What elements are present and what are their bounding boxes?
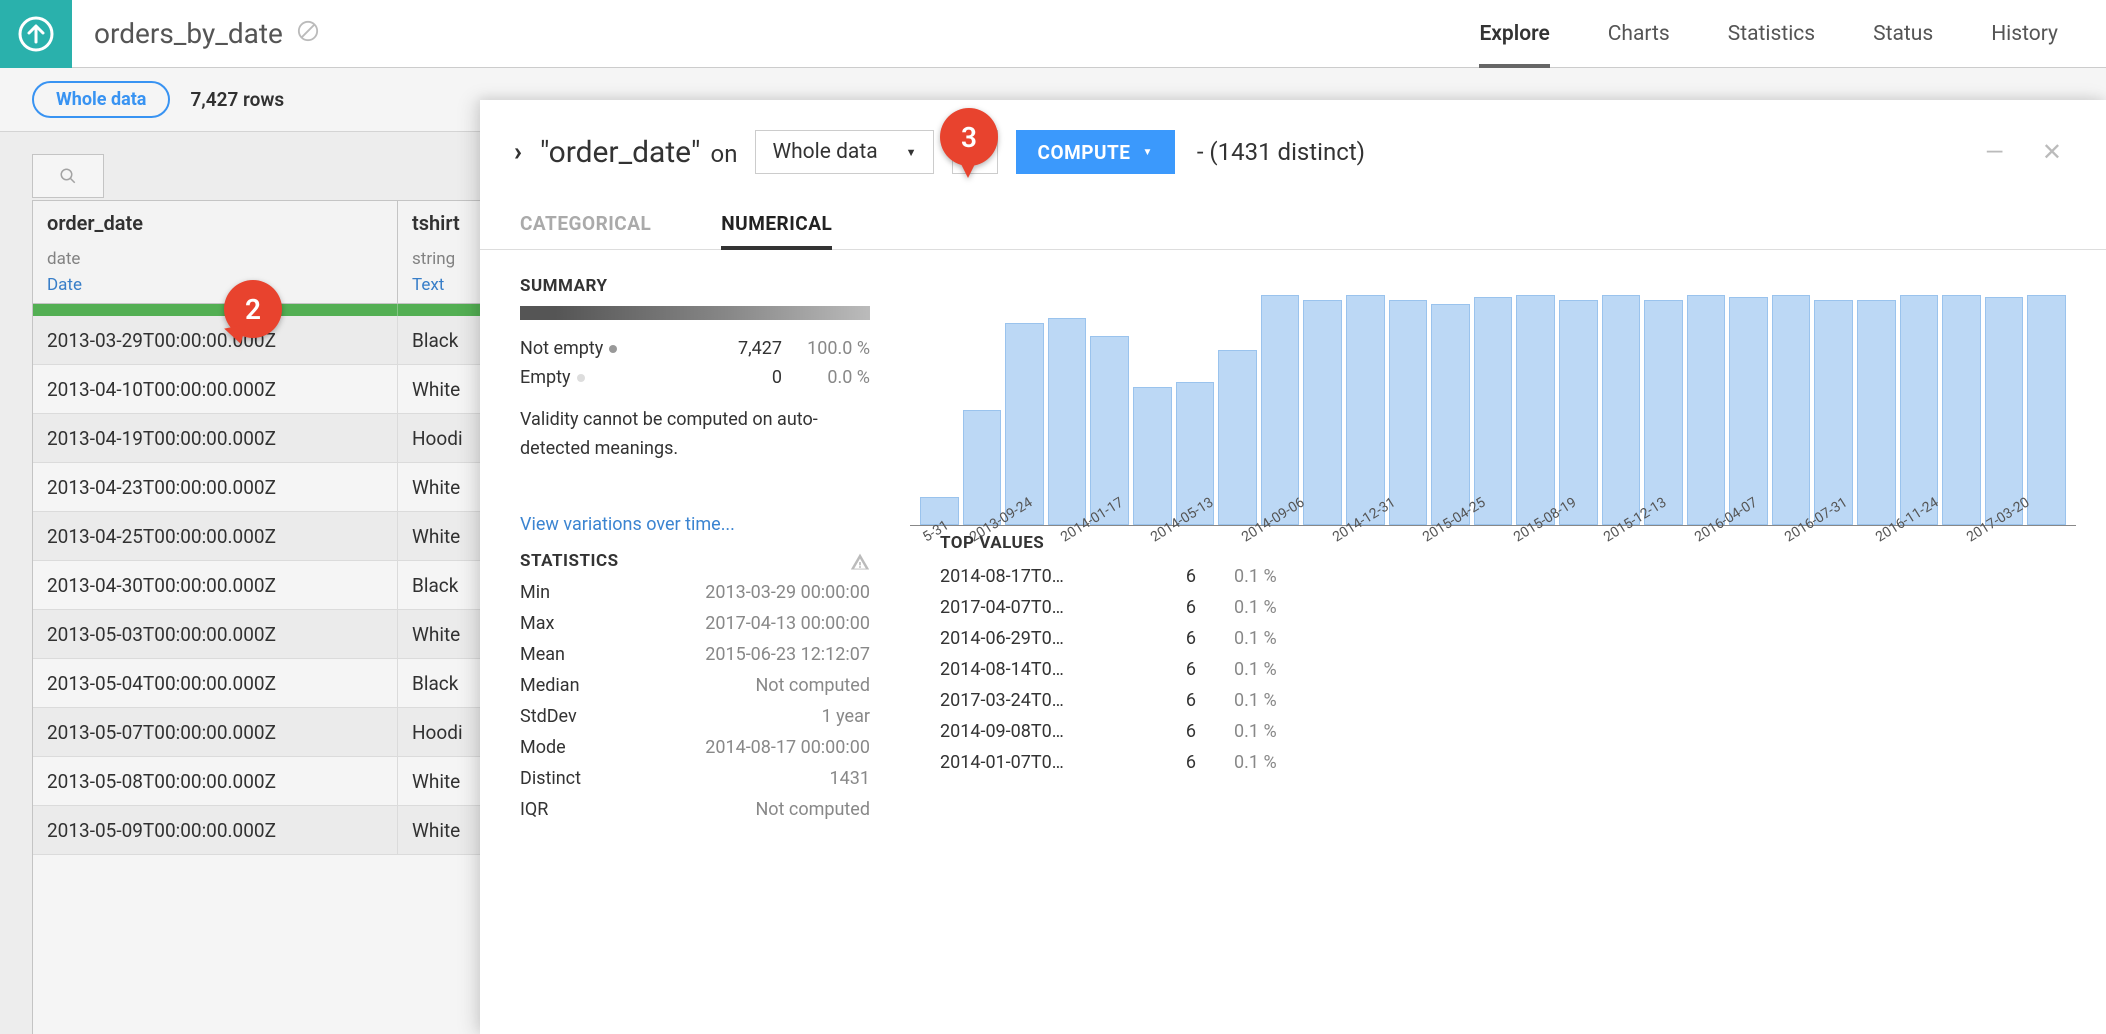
top-value-row: 2014-06-29T0…60.1 % bbox=[940, 623, 2076, 654]
column-name: order_date bbox=[47, 211, 383, 235]
column-header-order-date[interactable]: order_date date Date bbox=[33, 201, 398, 303]
histogram-bar bbox=[1729, 297, 1768, 525]
dot-icon bbox=[609, 345, 617, 353]
histogram-bar bbox=[1942, 295, 1981, 525]
top-value-row: 2017-04-07T0…60.1 % bbox=[940, 592, 2076, 623]
upload-circle-icon bbox=[16, 14, 56, 54]
tab-charts[interactable]: Charts bbox=[1608, 0, 1670, 67]
tab-status[interactable]: Status bbox=[1873, 0, 1933, 67]
tab-explore[interactable]: Explore bbox=[1479, 0, 1549, 67]
histogram-bar bbox=[1133, 387, 1172, 525]
cell-order-date: 2013-04-30T00:00:00.000Z bbox=[33, 561, 398, 609]
histogram-bar bbox=[1814, 300, 1853, 525]
histogram-bar bbox=[1602, 295, 1641, 525]
empty-label: Empty bbox=[520, 367, 571, 388]
row-count: 7,427 rows bbox=[190, 88, 284, 111]
not-empty-pct: 100.0 % bbox=[800, 338, 870, 359]
histogram-bar bbox=[1218, 350, 1257, 525]
tab-history[interactable]: History bbox=[1991, 0, 2058, 67]
dot-icon bbox=[577, 374, 585, 382]
histogram-bar bbox=[1900, 295, 1939, 525]
chevron-right-icon[interactable]: › bbox=[514, 137, 522, 167]
empty-count: 0 bbox=[726, 367, 782, 388]
cell-order-date: 2013-04-23T00:00:00.000Z bbox=[33, 463, 398, 511]
histogram-bar bbox=[1261, 295, 1300, 525]
app-logo[interactable] bbox=[0, 0, 72, 68]
annotation-badge-3: 3 bbox=[940, 108, 998, 174]
histogram-bar bbox=[1090, 336, 1129, 525]
stat-row: StdDev1 year bbox=[520, 701, 870, 732]
column-meaning[interactable]: Date bbox=[47, 275, 383, 295]
histogram-bar bbox=[963, 410, 1002, 525]
stat-row: Max2017-04-13 00:00:00 bbox=[520, 608, 870, 639]
visibility-icon bbox=[297, 20, 319, 47]
annotation-badge-2: 2 bbox=[224, 280, 282, 346]
stat-row: Min2013-03-29 00:00:00 bbox=[520, 577, 870, 608]
tab-statistics[interactable]: Statistics bbox=[1728, 0, 1815, 67]
histogram-bar bbox=[1303, 300, 1342, 525]
statistics-heading: STATISTICS bbox=[520, 551, 619, 571]
analysis-column-name: "order_date" bbox=[540, 135, 701, 170]
not-empty-label: Not empty bbox=[520, 338, 603, 359]
stat-row: IQRNot computed bbox=[520, 794, 870, 825]
tab-categorical[interactable]: CATEGORICAL bbox=[520, 212, 651, 249]
stat-row: Mode2014-08-17 00:00:00 bbox=[520, 732, 870, 763]
column-analysis-panel: › "order_date" on Whole data ▼ COMPUTE ▼… bbox=[480, 100, 2106, 1034]
compute-button[interactable]: COMPUTE ▼ bbox=[1016, 130, 1175, 174]
top-value-row: 2014-08-14T0…60.1 % bbox=[940, 654, 2076, 685]
histogram-bar bbox=[1048, 318, 1087, 525]
minimize-button[interactable]: — bbox=[1975, 134, 2014, 170]
cell-order-date: 2013-04-19T00:00:00.000Z bbox=[33, 414, 398, 462]
histogram-bar bbox=[1474, 297, 1513, 525]
cell-order-date: 2013-04-25T00:00:00.000Z bbox=[33, 512, 398, 560]
histogram-bar bbox=[1687, 295, 1726, 525]
histogram-bar bbox=[1985, 297, 2024, 525]
not-empty-count: 7,427 bbox=[726, 338, 782, 359]
search-icon bbox=[59, 167, 77, 185]
histogram-bar bbox=[1772, 295, 1811, 525]
histogram-bar bbox=[1431, 304, 1470, 525]
column-type: date bbox=[47, 249, 383, 269]
cell-order-date: 2013-05-04T00:00:00.000Z bbox=[33, 659, 398, 707]
compute-label: COMPUTE bbox=[1038, 141, 1131, 164]
histogram-bar bbox=[1389, 300, 1428, 525]
histogram-bar bbox=[2027, 295, 2066, 525]
tab-numerical[interactable]: NUMERICAL bbox=[721, 212, 832, 249]
caret-down-icon: ▼ bbox=[1142, 147, 1152, 158]
histogram-chart bbox=[910, 276, 2076, 526]
sample-pill[interactable]: Whole data bbox=[32, 81, 170, 118]
histogram-bar bbox=[1857, 300, 1896, 525]
histogram-bar bbox=[1346, 295, 1385, 525]
on-label: on bbox=[711, 140, 738, 168]
dataset-name: orders_by_date bbox=[94, 17, 283, 50]
cell-order-date: 2013-04-10T00:00:00.000Z bbox=[33, 365, 398, 413]
summary-bar bbox=[520, 306, 870, 320]
view-variations-link[interactable]: View variations over time... bbox=[520, 514, 870, 535]
cell-order-date: 2013-05-07T00:00:00.000Z bbox=[33, 708, 398, 756]
histogram-bar bbox=[1559, 300, 1598, 525]
column-search[interactable] bbox=[32, 154, 104, 198]
empty-pct: 0.0 % bbox=[800, 367, 870, 388]
histogram-bar bbox=[1516, 295, 1555, 525]
distinct-count: - (1431 distinct) bbox=[1197, 138, 1365, 166]
caret-down-icon: ▼ bbox=[906, 146, 917, 159]
scope-select[interactable]: Whole data ▼ bbox=[755, 130, 933, 174]
warning-icon bbox=[850, 552, 870, 576]
cell-order-date: 2013-05-09T00:00:00.000Z bbox=[33, 806, 398, 854]
cell-order-date: 2013-05-03T00:00:00.000Z bbox=[33, 610, 398, 658]
top-value-row: 2017-03-24T0…60.1 % bbox=[940, 685, 2076, 716]
stat-row: Distinct1431 bbox=[520, 763, 870, 794]
top-value-row: 2014-01-07T0…60.1 % bbox=[940, 747, 2076, 778]
close-button[interactable]: ✕ bbox=[2032, 134, 2072, 170]
histogram-bar bbox=[1644, 300, 1683, 525]
stat-row: MedianNot computed bbox=[520, 670, 870, 701]
cell-order-date: 2013-05-08T00:00:00.000Z bbox=[33, 757, 398, 805]
scope-value: Whole data bbox=[772, 140, 877, 164]
main-tabs: Explore Charts Statistics Status History bbox=[1479, 0, 2106, 67]
top-value-row: 2014-09-08T0…60.1 % bbox=[940, 716, 2076, 747]
stat-row: Mean2015-06-23 12:12:07 bbox=[520, 639, 870, 670]
summary-note: Validity cannot be computed on auto-dete… bbox=[520, 406, 870, 464]
summary-heading: SUMMARY bbox=[520, 276, 870, 296]
